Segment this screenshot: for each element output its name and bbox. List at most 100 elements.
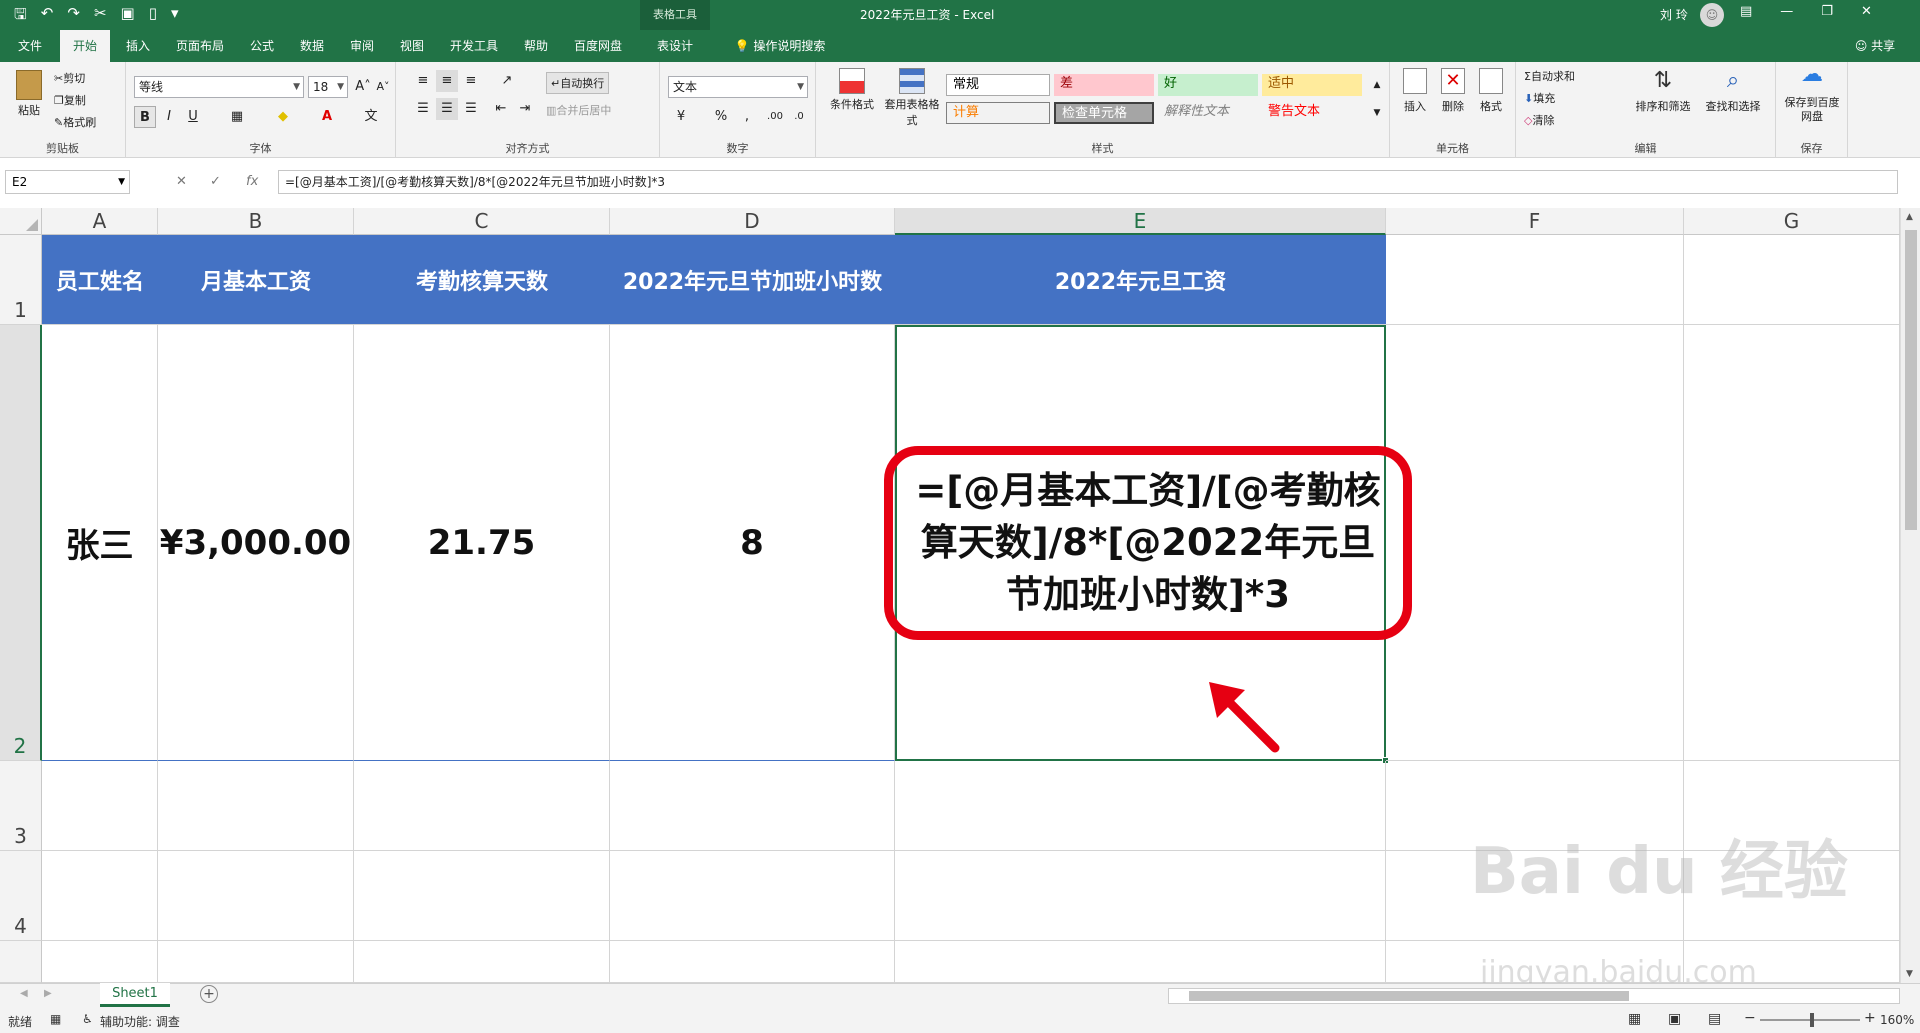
grid-cell[interactable] bbox=[1684, 235, 1900, 325]
accounting-icon[interactable]: ¥ bbox=[670, 106, 692, 128]
accessibility-status[interactable]: 辅助功能: 调查 bbox=[100, 1013, 180, 1030]
grid-cell[interactable] bbox=[158, 851, 354, 941]
row-header-4[interactable]: 4 bbox=[0, 851, 42, 941]
zoom-slider[interactable] bbox=[1760, 1013, 1860, 1027]
sheet-prev-icon[interactable]: ◀ bbox=[20, 988, 28, 999]
enter-icon[interactable]: ✓ bbox=[210, 174, 221, 189]
tab-home[interactable]: 开始 bbox=[60, 30, 110, 62]
add-sheet-icon[interactable]: + bbox=[200, 985, 218, 1003]
tab-table-design[interactable]: 表设计 bbox=[640, 30, 710, 62]
row-header-1[interactable]: 1 bbox=[0, 235, 42, 325]
table-data-cell[interactable]: ¥3,000.00 bbox=[158, 325, 354, 761]
formula-input[interactable]: =[@月基本工资]/[@考勤核算天数]/8*[@2022年元旦节加班小时数]*3 bbox=[278, 170, 1898, 194]
avatar[interactable]: ☺ bbox=[1700, 3, 1724, 27]
grid-cell[interactable] bbox=[354, 941, 610, 983]
copy-button[interactable]: ❐复制 bbox=[54, 92, 86, 108]
grid-cell[interactable] bbox=[354, 851, 610, 941]
style-bad[interactable]: 差 bbox=[1054, 74, 1154, 96]
sheet-next-icon[interactable]: ▶ bbox=[44, 988, 52, 999]
column-header-g[interactable]: G bbox=[1684, 208, 1900, 235]
zoom-slider-thumb[interactable] bbox=[1810, 1013, 1814, 1027]
cancel-icon[interactable]: ✕ bbox=[176, 174, 187, 189]
normal-view-icon[interactable]: ▦ bbox=[1628, 1011, 1641, 1027]
tab-developer[interactable]: 开发工具 bbox=[442, 30, 506, 62]
grid-cell[interactable] bbox=[42, 761, 158, 851]
table-header-cell[interactable]: 月基本工资 bbox=[158, 235, 354, 325]
minimize-icon[interactable]: — bbox=[1780, 4, 1793, 19]
table-header-cell[interactable]: 2022年元旦节加班小时数 bbox=[610, 235, 895, 325]
tab-formulas[interactable]: 公式 bbox=[242, 30, 282, 62]
column-header-a[interactable]: A bbox=[42, 208, 158, 235]
format-cells-button[interactable]: 格式 bbox=[1474, 68, 1508, 114]
tab-view[interactable]: 视图 bbox=[392, 30, 432, 62]
font-size-select[interactable]: 18 ▼ bbox=[308, 76, 348, 98]
zoom-out-icon[interactable]: − bbox=[1744, 1010, 1756, 1026]
insert-cells-button[interactable]: 插入 bbox=[1398, 68, 1432, 114]
tab-help[interactable]: 帮助 bbox=[516, 30, 556, 62]
tab-baidu-netdisk[interactable]: 百度网盘 bbox=[566, 30, 630, 62]
ribbon-display-icon[interactable]: ▤ bbox=[1740, 4, 1752, 19]
tell-me-search[interactable]: 💡 操作说明搜索 bbox=[720, 30, 840, 62]
page-break-view-icon[interactable]: ▤ bbox=[1708, 1011, 1721, 1027]
fill-color-icon[interactable]: ◆ bbox=[272, 106, 294, 128]
align-right-icon[interactable]: ☰ bbox=[460, 98, 482, 120]
save-icon[interactable]: 🖫 bbox=[14, 4, 27, 29]
merge-center-button[interactable]: ▥合并后居中 bbox=[546, 102, 611, 118]
vertical-scrollbar[interactable]: ▲ ▼ bbox=[1900, 208, 1920, 983]
grid-cell[interactable] bbox=[895, 851, 1386, 941]
italic-button[interactable]: I bbox=[158, 106, 180, 128]
row-header-5[interactable] bbox=[0, 941, 42, 983]
undo-icon[interactable]: ↶ bbox=[41, 4, 54, 29]
tab-file[interactable]: 文件 bbox=[10, 30, 50, 62]
cut-button[interactable]: ✂剪切 bbox=[54, 70, 85, 86]
page-layout-view-icon[interactable]: ▣ bbox=[1668, 1011, 1681, 1027]
horizontal-scrollbar[interactable] bbox=[1168, 988, 1900, 1004]
grid-cell[interactable] bbox=[1386, 235, 1684, 325]
bold-button[interactable]: B bbox=[134, 106, 156, 128]
grid-cell[interactable] bbox=[158, 761, 354, 851]
cut-icon[interactable]: ✂ bbox=[94, 4, 107, 29]
autosum-button[interactable]: Σ自动求和 bbox=[1524, 68, 1575, 84]
grid-cell[interactable] bbox=[1684, 325, 1900, 761]
vertical-scroll-thumb[interactable] bbox=[1905, 230, 1917, 530]
grid-cell[interactable] bbox=[895, 761, 1386, 851]
wrap-text-button[interactable]: ↵自动换行 bbox=[546, 72, 610, 94]
tab-data[interactable]: 数据 bbox=[292, 30, 332, 62]
select-all-corner[interactable] bbox=[0, 208, 42, 235]
decrease-font-icon[interactable]: A˅ bbox=[372, 76, 394, 98]
tab-review[interactable]: 审阅 bbox=[342, 30, 382, 62]
restore-icon[interactable]: ❐ bbox=[1821, 4, 1833, 19]
style-warning[interactable]: 警告文本 bbox=[1262, 102, 1362, 124]
row-header-2[interactable]: 2 bbox=[0, 325, 42, 761]
conditional-formatting-button[interactable]: 条件格式 bbox=[824, 68, 880, 112]
style-explanatory[interactable]: 解释性文本 bbox=[1158, 102, 1258, 124]
name-box[interactable]: E2 ▼ bbox=[5, 170, 130, 194]
grid-cell[interactable] bbox=[1386, 325, 1684, 761]
fill-button[interactable]: ⬇填充 bbox=[1524, 90, 1555, 106]
grid-cell[interactable] bbox=[42, 851, 158, 941]
style-normal[interactable]: 常规 bbox=[946, 74, 1050, 96]
format-as-table-button[interactable]: 套用表格格式 bbox=[882, 68, 942, 128]
percent-icon[interactable]: % bbox=[710, 106, 732, 128]
underline-button[interactable]: U bbox=[182, 106, 204, 128]
table-header-cell[interactable]: 2022年元旦工资 bbox=[895, 235, 1386, 325]
align-left-icon[interactable]: ☰ bbox=[412, 98, 434, 120]
grid-cell[interactable] bbox=[42, 941, 158, 983]
close-icon[interactable]: ✕ bbox=[1861, 4, 1872, 19]
phonetic-icon[interactable]: 文 bbox=[360, 106, 382, 128]
new-file-icon[interactable]: ▯ bbox=[149, 4, 157, 29]
align-top-icon[interactable]: ≡ bbox=[412, 70, 434, 92]
style-calculation[interactable]: 计算 bbox=[946, 102, 1050, 124]
paste-button[interactable]: 粘贴 bbox=[12, 70, 46, 118]
share-button[interactable]: ☺ 共享 bbox=[1840, 30, 1910, 62]
grid-cell[interactable] bbox=[354, 761, 610, 851]
redo-icon[interactable]: ↷ bbox=[67, 4, 80, 29]
styles-scroll-up-icon[interactable]: ▲ bbox=[1366, 74, 1388, 96]
insert-function-icon[interactable]: fx bbox=[246, 174, 258, 189]
table-data-cell[interactable]: 21.75 bbox=[354, 325, 610, 761]
grid-cell[interactable] bbox=[610, 941, 895, 983]
number-format-select[interactable]: 文本 ▼ bbox=[668, 76, 808, 98]
grid-cell[interactable] bbox=[610, 761, 895, 851]
tab-page-layout[interactable]: 页面布局 bbox=[168, 30, 232, 62]
format-painter-button[interactable]: ✎格式刷 bbox=[54, 114, 96, 130]
